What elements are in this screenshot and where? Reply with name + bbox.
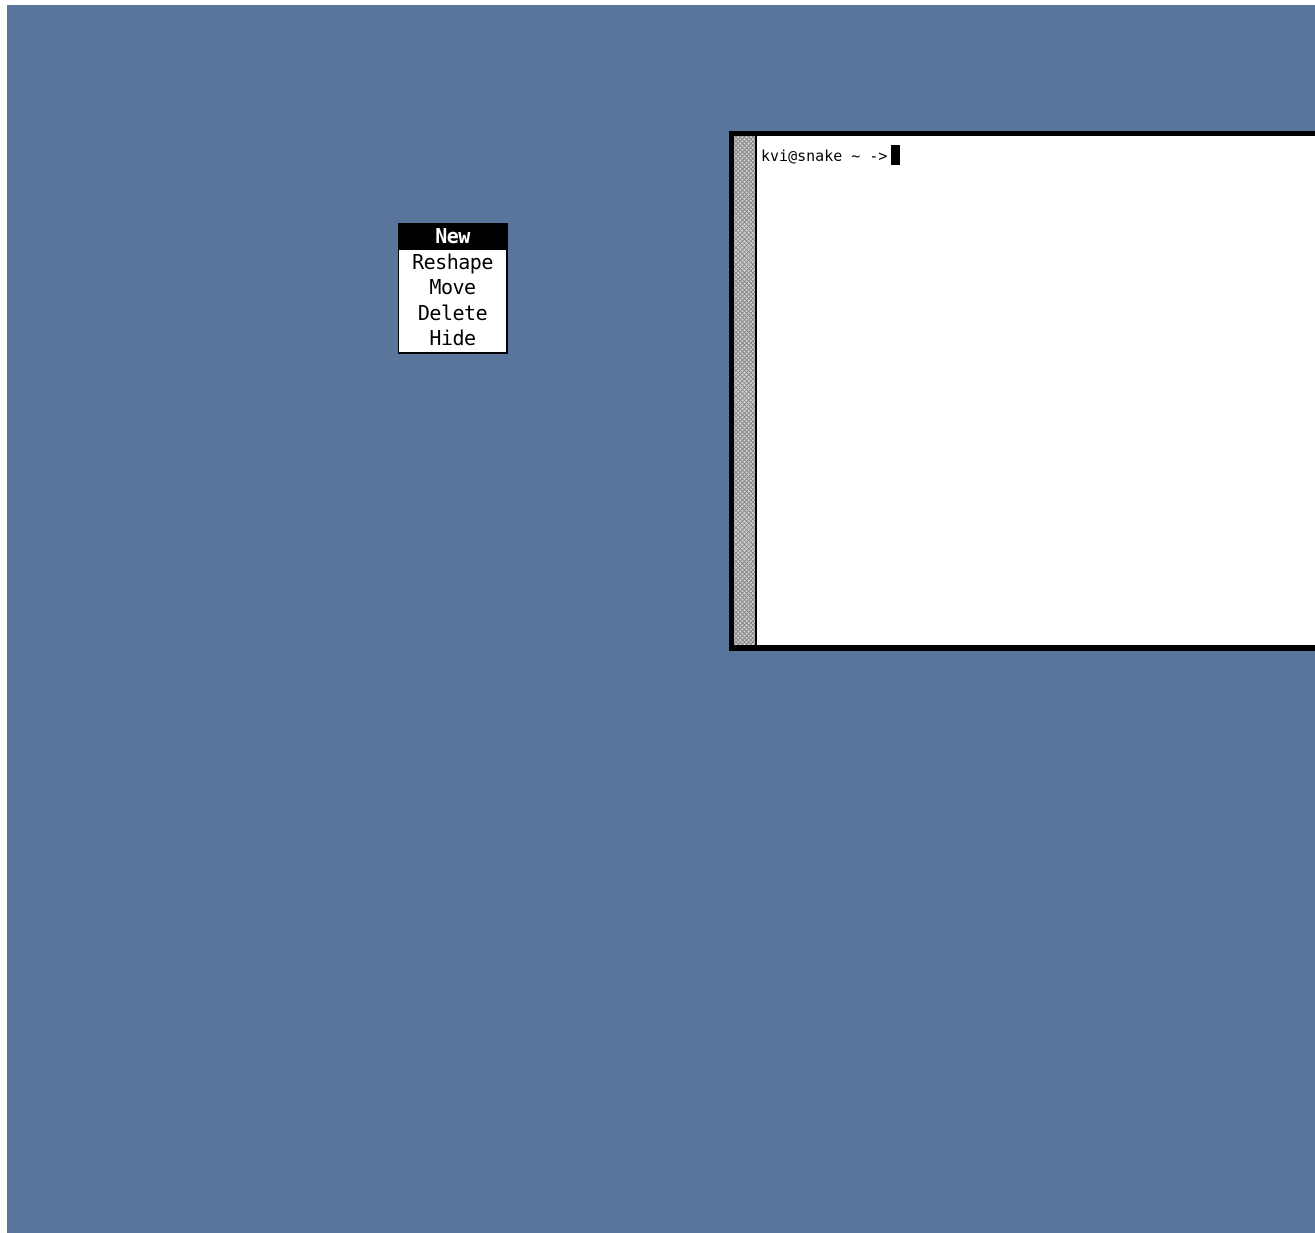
text-cursor (891, 145, 901, 165)
menu-item-reshape[interactable]: Reshape (399, 250, 506, 276)
window-manager-menu: New Reshape Move Delete Hide (398, 223, 508, 354)
terminal-prompt: kvi@snake ~ -> (761, 147, 888, 165)
menu-item-delete[interactable]: Delete (399, 301, 506, 327)
terminal-window[interactable]: kvi@snake ~ -> (729, 131, 1315, 651)
desktop-background[interactable]: New Reshape Move Delete Hide kvi@snake ~… (7, 5, 1315, 1233)
menu-item-new[interactable]: New (399, 224, 506, 250)
terminal-body[interactable]: kvi@snake ~ -> (734, 136, 1315, 645)
terminal-prompt-line[interactable]: kvi@snake ~ -> (761, 145, 901, 165)
menu-item-move[interactable]: Move (399, 275, 506, 301)
menu-item-hide[interactable]: Hide (399, 326, 506, 352)
terminal-scrollbar[interactable] (734, 136, 757, 645)
